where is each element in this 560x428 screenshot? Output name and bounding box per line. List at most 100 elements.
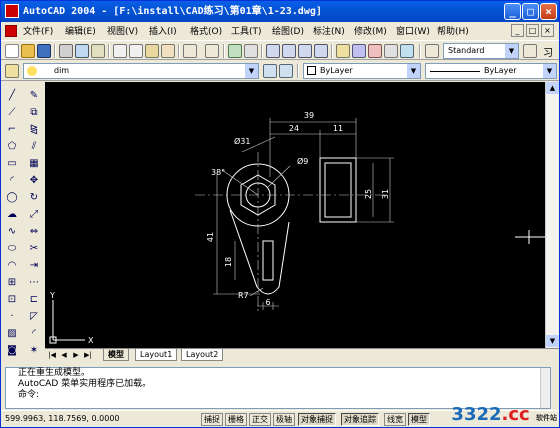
rotate-icon[interactable]: ↻ [27,191,41,205]
markup-icon[interactable] [384,44,398,58]
minimize-button[interactable]: _ [504,3,521,20]
polygon-icon[interactable]: ⬠ [5,140,19,154]
document-icon[interactable] [5,25,17,37]
paste-icon[interactable] [145,44,159,58]
open-icon[interactable] [21,44,35,58]
command-prompt[interactable]: 命令: [18,390,550,401]
ortho-toggle[interactable]: 正交 [249,413,271,426]
point-icon[interactable]: · [5,310,19,324]
title-bar[interactable]: AutoCAD 2004 - [F:\install\CAD练习\第01章\1-… [1,1,559,22]
menu-draw[interactable]: 绘图(D) [272,24,304,37]
properties-icon[interactable] [336,44,350,58]
trim-icon[interactable]: ✂ [27,242,41,256]
menu-format[interactable]: 格式(O) [190,24,222,37]
help-icon[interactable] [400,44,414,58]
publish-icon[interactable] [91,44,105,58]
rectangle-icon[interactable]: ▭ [5,157,19,171]
doc-close-button[interactable]: × [541,24,554,37]
menu-tools[interactable]: 工具(T) [231,24,262,37]
hatch-icon[interactable]: ▨ [5,327,19,341]
stretch-icon[interactable]: ⇔ [27,225,41,239]
arc-icon[interactable]: ◜ [5,174,19,188]
coordinate-readout[interactable]: 599.9963, 118.7569, 0.0000 [5,414,120,423]
chevron-down-icon[interactable]: ▼ [505,44,518,58]
line-icon[interactable]: ╱ [5,89,19,103]
object-snap-icon[interactable] [244,44,258,58]
color-select[interactable]: ByLayer ▼ [303,63,421,79]
command-window[interactable]: 正在重生成模型。 AutoCAD 菜单实用程序已加载。 命令: [5,367,551,409]
save-icon[interactable] [37,44,51,58]
zoom-realtime-icon[interactable] [282,44,296,58]
menu-modify[interactable]: 修改(M) [354,24,387,37]
zoom-window-icon[interactable] [298,44,312,58]
menu-file[interactable]: 文件(F) [23,24,53,37]
maximize-button[interactable]: □ [522,3,539,20]
plot-preview-icon[interactable] [75,44,89,58]
tab-prev-icon[interactable]: ◀ [59,350,69,360]
dimension-style-icon[interactable] [523,44,537,58]
make-block-icon[interactable]: ⊡ [5,293,19,307]
circle-icon[interactable]: ◯ [5,191,19,205]
linetype-select[interactable]: ByLayer ▼ [425,63,557,79]
model-toggle[interactable]: 模型 [408,413,430,426]
break-icon[interactable]: ⋯ [27,276,41,290]
make-current-layer-icon[interactable] [263,64,277,78]
copy-icon[interactable] [129,44,143,58]
insert-block-icon[interactable]: ⊞ [5,276,19,290]
tab-next-icon[interactable]: ▶ [71,350,81,360]
spline-icon[interactable]: ∿ [5,225,19,239]
chevron-down-icon[interactable]: ▼ [543,64,556,78]
menu-insert[interactable]: 插入(I) [149,24,177,37]
cut-icon[interactable] [113,44,127,58]
menu-window[interactable]: 窗口(W) [396,24,430,37]
mirror-icon[interactable]: ⧎ [27,123,41,137]
design-center-icon[interactable] [352,44,366,58]
doc-minimize-button[interactable]: _ [511,24,524,37]
match-properties-icon[interactable] [161,44,175,58]
copy-object-icon[interactable]: ⧉ [27,106,41,120]
vertical-scrollbar[interactable]: ▲ ▼ [545,82,559,348]
lightbulb-icon[interactable] [27,66,37,76]
array-icon[interactable]: ▦ [27,157,41,171]
chamfer-icon[interactable]: ◸ [27,310,41,324]
scroll-up-icon[interactable]: ▲ [546,82,559,94]
close-button[interactable]: × [540,3,557,20]
lineweight-toggle[interactable]: 线宽 [384,413,406,426]
ellipse-arc-icon[interactable]: ◠ [5,259,19,273]
text-style-select[interactable]: Standard ▼ [443,43,519,59]
layer-select[interactable]: dim ▼ [23,63,259,79]
offset-icon[interactable]: ⫽ [27,140,41,154]
join-icon[interactable]: ⊏ [27,293,41,307]
tab-model[interactable]: 模型 [103,349,129,361]
print-icon[interactable] [59,44,73,58]
tab-last-icon[interactable]: ▶| [83,350,93,360]
hyperlink-icon[interactable] [228,44,242,58]
extend-icon[interactable]: ⇥ [27,259,41,273]
text-style-icon[interactable] [425,44,439,58]
scroll-down-icon[interactable]: ▼ [546,335,559,347]
doc-restore-button[interactable]: □ [526,24,539,37]
otrack-toggle[interactable]: 对象追踪 [341,413,379,426]
zoom-previous-icon[interactable] [314,44,328,58]
menu-view[interactable]: 视图(V) [107,24,138,37]
revision-cloud-icon[interactable]: ☁ [5,208,19,222]
undo-icon[interactable] [183,44,197,58]
menu-help[interactable]: 帮助(H) [437,24,469,37]
layer-manager-icon[interactable] [5,64,19,78]
command-scrollbar[interactable] [540,368,550,408]
layer-previous-icon[interactable] [279,64,293,78]
pan-icon[interactable] [266,44,280,58]
new-icon[interactable] [5,44,19,58]
tab-layout2[interactable]: Layout2 [181,349,224,361]
drawing-canvas[interactable]: 39 24 11 Ø31 38° Ø9 25 31 41 18 R7 6 X Y [45,82,545,348]
grid-toggle[interactable]: 栅格 [225,413,247,426]
scale-icon[interactable]: ⤢ [27,208,41,222]
chevron-down-icon[interactable]: ▼ [245,64,258,78]
redo-icon[interactable] [205,44,219,58]
polar-toggle[interactable]: 极轴 [273,413,295,426]
erase-icon[interactable]: ✎ [27,89,41,103]
region-icon[interactable]: ◙ [5,344,19,358]
menu-edit[interactable]: 编辑(E) [65,24,96,37]
menu-dimension[interactable]: 标注(N) [313,24,345,37]
tab-layout1[interactable]: Layout1 [135,349,178,361]
